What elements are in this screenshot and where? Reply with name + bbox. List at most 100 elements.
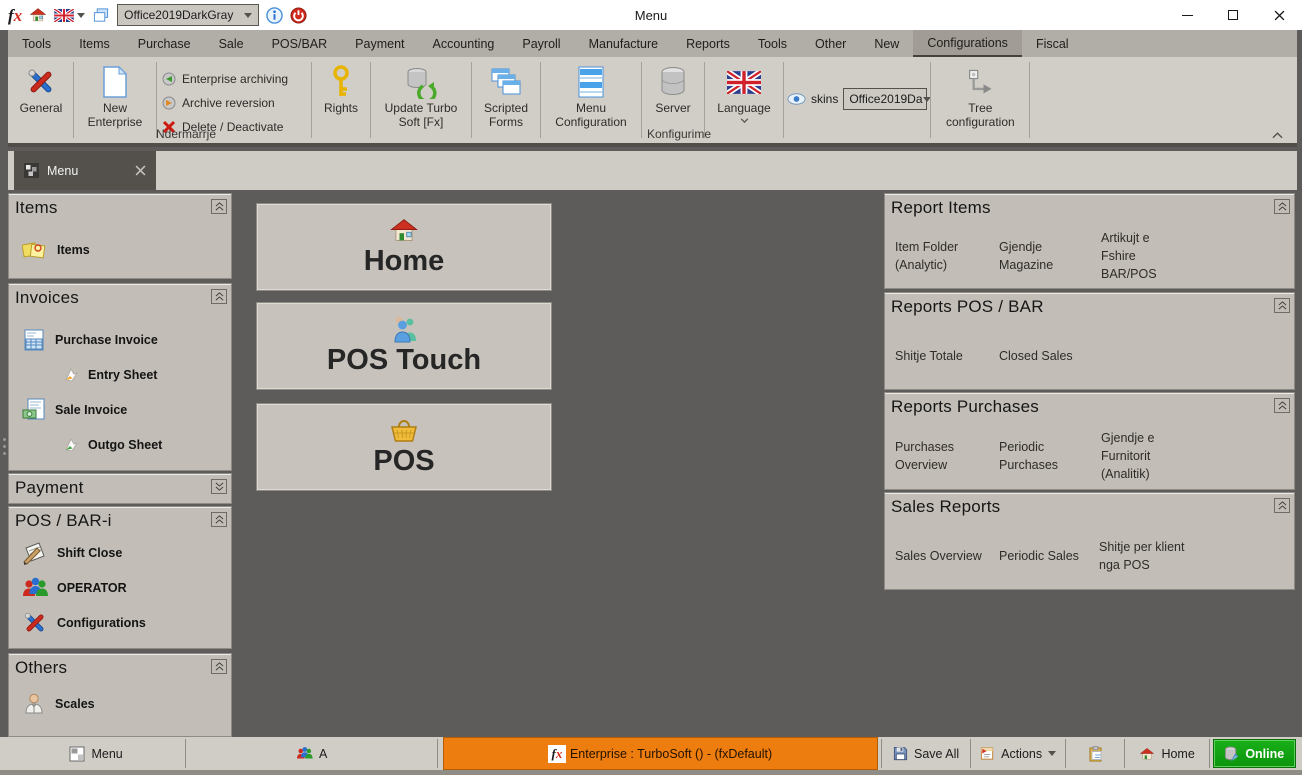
sidebar-item-scales[interactable]: Scales [9, 686, 231, 721]
home-icon [1139, 747, 1155, 761]
report-link-closed-sales[interactable]: Closed Sales [999, 347, 1087, 365]
tree-configuration-button[interactable]: Tree configuration [934, 61, 1026, 130]
enterprise-archiving-button[interactable]: Enterprise archiving [160, 67, 308, 91]
close-button[interactable] [1256, 0, 1302, 30]
tab-purchase[interactable]: Purchase [124, 30, 205, 57]
tab-configurations[interactable]: Configurations [913, 30, 1022, 57]
sidebar-section-pos-bar: POS / BAR-i Shift Close OPERATOR Configu… [8, 506, 232, 649]
menu-configuration-button[interactable]: Menu Configuration [544, 61, 638, 130]
sidebar-item-items[interactable]: Items [9, 232, 231, 267]
collapse-button[interactable] [211, 659, 227, 674]
rights-button[interactable]: Rights [315, 61, 367, 116]
skin-select[interactable]: Office2019DarkGray [117, 4, 259, 26]
home-launcher-button[interactable]: Home [256, 203, 552, 291]
sidebar-item-purchase-invoice[interactable]: Purchase Invoice [9, 322, 231, 357]
maximize-button[interactable] [1210, 0, 1256, 30]
actions-icon [980, 746, 995, 761]
tab-items[interactable]: Items [65, 30, 124, 57]
sidebar-item-operator[interactable]: OPERATOR [9, 570, 231, 605]
group-caption-konfigurime: Konfigurime [364, 127, 994, 141]
online-status-button[interactable]: Online [1213, 739, 1296, 768]
tab-other[interactable]: Other [801, 30, 860, 57]
tab-payroll[interactable]: Payroll [508, 30, 574, 57]
language-button[interactable]: Language [708, 61, 780, 123]
report-panels: Report Items Item Folder (Analytic) Gjen… [884, 193, 1295, 590]
chevron-down-icon [244, 13, 252, 18]
server-button[interactable]: Server [645, 61, 701, 116]
info-icon[interactable] [266, 7, 283, 24]
collapse-button[interactable] [1274, 498, 1290, 513]
clipboard-button[interactable] [1066, 737, 1124, 770]
tab-reports[interactable]: Reports [672, 30, 744, 57]
report-link-sales-overview[interactable]: Sales Overview [895, 547, 987, 565]
status-operator-button[interactable]: A [186, 737, 437, 770]
home-icon[interactable] [29, 7, 47, 23]
general-button[interactable]: General [12, 61, 70, 116]
menu-tab-icon [24, 163, 39, 178]
collapse-button[interactable] [1274, 398, 1290, 413]
collapse-button[interactable] [211, 289, 227, 304]
report-link-purchases-overview[interactable]: Purchases Overview [895, 438, 985, 474]
status-home-button[interactable]: Home [1125, 737, 1209, 770]
collapse-button[interactable] [211, 512, 227, 527]
close-tab-icon[interactable] [135, 165, 146, 176]
expand-button[interactable] [211, 479, 227, 494]
tab-manufacture[interactable]: Manufacture [575, 30, 672, 57]
sidebar-item-shift-close[interactable]: Shift Close [9, 535, 231, 570]
pos-touch-launcher-button[interactable]: POS Touch [256, 302, 552, 390]
collapse-button[interactable] [1274, 298, 1290, 313]
archive-reversion-button[interactable]: Archive reversion [160, 91, 308, 115]
sale-invoice-icon [22, 398, 46, 422]
tab-accounting[interactable]: Accounting [419, 30, 509, 57]
group-caption-ndermarrje: Ndermarrje [12, 127, 360, 141]
power-icon[interactable] [290, 7, 307, 24]
tab-new[interactable]: New [860, 30, 913, 57]
report-link-gjendje-furnitorit[interactable]: Gjendje e Furnitorit (Analitik) [1101, 429, 1191, 483]
sidebar-section-invoices: Invoices Purchase Invoice Entry Sheet Sa… [8, 283, 232, 471]
pos-launcher-button[interactable]: POS [256, 403, 552, 491]
actions-button[interactable]: Actions [971, 737, 1065, 770]
report-link-periodic-purchases[interactable]: Periodic Purchases [999, 438, 1087, 474]
collapse-button[interactable] [211, 199, 227, 214]
splitter-handle[interactable] [2, 438, 6, 460]
tab-fiscal[interactable]: Fiscal [1022, 30, 1083, 57]
chevron-double-up-icon [215, 515, 224, 524]
doc-tab-menu[interactable]: Menu [14, 151, 156, 190]
tab-sale[interactable]: Sale [205, 30, 258, 57]
tab-tools[interactable]: Tools [8, 30, 65, 57]
chevron-down-icon [77, 13, 85, 18]
section-title: Sales Reports [885, 493, 1294, 519]
status-enterprise-badge[interactable]: fx Enterprise : TurboSoft () - (fxDefaul… [443, 737, 878, 770]
minimize-button[interactable] [1164, 0, 1210, 30]
tab-payment[interactable]: Payment [341, 30, 418, 57]
report-link-artikujt-fshire[interactable]: Artikujt e Fshire BAR/POS [1101, 229, 1185, 283]
status-menu-button[interactable]: Menu [7, 737, 185, 770]
sidebar-item-entry-sheet[interactable]: Entry Sheet [9, 357, 231, 392]
skins-select[interactable]: Office2019Da [843, 88, 927, 110]
report-link-periodic-sales[interactable]: Periodic Sales [999, 547, 1085, 565]
scripted-forms-button[interactable]: Scripted Forms [475, 61, 537, 130]
chevron-down-icon [923, 97, 931, 102]
collapse-button[interactable] [1274, 199, 1290, 214]
ribbon-collapse-button[interactable] [1272, 132, 1283, 139]
new-enterprise-button[interactable]: New Enterprise [77, 61, 153, 130]
windows-stack-icon[interactable] [92, 7, 110, 24]
database-refresh-icon [404, 63, 438, 101]
language-flag-icon[interactable] [54, 9, 85, 22]
home-icon [389, 217, 419, 244]
update-turbosoft-button[interactable]: Update Turbo Soft [Fx] [374, 61, 468, 130]
minimize-icon [1182, 15, 1193, 16]
forms-stack-icon [489, 63, 523, 101]
section-title: Others [9, 654, 231, 680]
tab-pos-bar[interactable]: POS/BAR [258, 30, 342, 57]
sidebar-item-configurations[interactable]: Configurations [9, 605, 231, 640]
sidebar-item-sale-invoice[interactable]: Sale Invoice [9, 392, 231, 427]
tab-tools-2[interactable]: Tools [744, 30, 801, 57]
sidebar-item-outgo-sheet[interactable]: Outgo Sheet [9, 427, 231, 462]
operators-icon [22, 576, 48, 600]
report-link-shitje-klient-pos[interactable]: Shitje per klient nga POS [1099, 538, 1199, 574]
report-link-item-folder[interactable]: Item Folder (Analytic) [895, 238, 985, 274]
report-link-shitje-totale[interactable]: Shitje Totale [895, 347, 985, 365]
save-all-button[interactable]: Save All [882, 737, 970, 770]
report-link-gjendje-magazine[interactable]: Gjendje Magazine [999, 238, 1087, 274]
